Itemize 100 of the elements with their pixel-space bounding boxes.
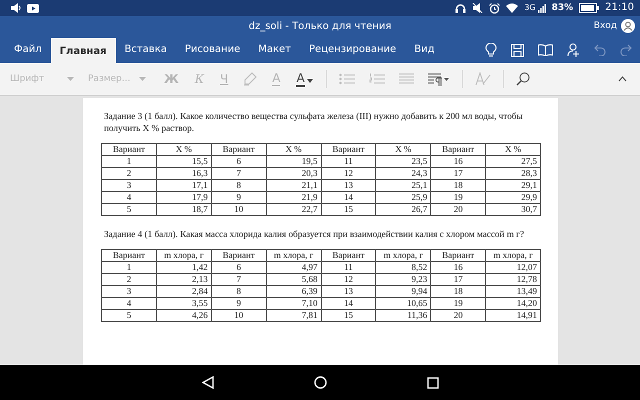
table-cell: 9,23 (376, 274, 431, 286)
add-person-icon[interactable] (567, 43, 580, 57)
table-cell: 21,9 (266, 192, 321, 204)
column-header: m хлора, г (486, 250, 540, 262)
table-cell: 2,13 (156, 274, 212, 286)
table-cell: 3 (102, 180, 156, 192)
paragraph-icon[interactable] (428, 72, 450, 86)
home-icon[interactable] (314, 376, 326, 389)
table-cell: 7,81 (266, 310, 321, 322)
column-header: X % (156, 144, 212, 156)
battery-percent: 83% (552, 2, 574, 14)
table-cell: 10 (211, 204, 266, 216)
table-cell: 6 (211, 156, 266, 168)
table-cell: 18,7 (156, 204, 212, 216)
caret-icon (306, 79, 313, 83)
table-cell: 4 (102, 192, 156, 204)
table-cell: 12,07 (486, 262, 540, 274)
table-cell: 8 (211, 286, 266, 298)
table-cell: 2,84 (156, 286, 212, 298)
table-cell: 25,1 (376, 180, 431, 192)
video-play-icon (27, 4, 39, 12)
table-cell: 28,3 (486, 168, 540, 180)
table-cell: 6 (211, 262, 266, 274)
volume-icon (10, 3, 21, 13)
table-cell: 8 (211, 180, 266, 192)
table-cell: 29,9 (486, 192, 540, 204)
table-cell: 19 (430, 298, 486, 310)
column-header: X % (376, 144, 431, 156)
column-header: Вариант (430, 144, 486, 156)
table-cell: 17,1 (156, 180, 212, 192)
table-cell: 26,7 (376, 204, 431, 216)
back-icon[interactable] (202, 376, 214, 389)
column-header: Вариант (102, 144, 156, 156)
font-color-button[interactable]: А (288, 70, 321, 88)
table-cell: 1,42 (156, 262, 212, 274)
lightbulb-icon[interactable] (485, 43, 497, 57)
table-cell: 7 (211, 168, 266, 180)
column-header: Вариант (211, 250, 266, 262)
table-cell: 8,52 (376, 262, 431, 274)
table-cell: 16 (430, 262, 486, 274)
table-cell: 14 (321, 192, 376, 204)
column-header: Вариант (430, 250, 486, 262)
collapse-icon[interactable] (618, 76, 627, 82)
table-cell: 24,3 (376, 168, 431, 180)
table-cell: 27,5 (486, 156, 540, 168)
table-cell: 13,49 (486, 286, 540, 298)
table-cell: 13 (321, 180, 376, 192)
ribbon-tab[interactable]: Файл (5, 37, 51, 63)
clock-time: 21:10 (605, 2, 634, 14)
column-header: m хлора, г (376, 250, 431, 262)
table-cell: 25,9 (376, 192, 431, 204)
book-icon[interactable] (538, 44, 553, 56)
wifi-icon (506, 3, 518, 13)
table-cell: 5 (102, 204, 156, 216)
table-cell: 10,65 (376, 298, 431, 310)
table-cell: 23,5 (376, 156, 431, 168)
ribbon-tab[interactable]: Рисование (176, 37, 250, 63)
task-text: Задание 3 (1 балл). Какое количество вещества сульфата железа (III) нужно добавить к 200 мл воды, чтобы получить X % раствор. (104, 110, 524, 134)
task-text: Задание 4 (1 балл). Какая масса хлорида калия образуется при взаимодействии калия с хлором массой m г? (104, 228, 526, 240)
ribbon-tab[interactable]: Главная (50, 38, 116, 63)
window-title: dz_soli - Только для чтения (248, 21, 392, 32)
save-icon[interactable] (511, 44, 524, 56)
table-cell: 11 (321, 156, 376, 168)
table-cell: 7,10 (266, 298, 321, 310)
table-cell: 17 (430, 168, 486, 180)
table-cell: 1 (102, 262, 156, 274)
table-cell: 12,78 (486, 274, 540, 286)
table-cell: 15 (321, 310, 376, 322)
table-cell: 16,3 (156, 168, 212, 180)
table-cell: 17 (430, 274, 486, 286)
network-label: 3G (524, 2, 536, 14)
table-cell: 7 (211, 274, 266, 286)
signal-icon (538, 4, 546, 12)
table-cell: 14,20 (486, 298, 540, 310)
table-cell: 4,97 (266, 262, 321, 274)
ribbon-tab[interactable]: Макет (249, 37, 300, 63)
recent-apps-icon[interactable] (426, 376, 438, 388)
ribbon-tab[interactable]: Вставка (116, 37, 176, 63)
table-cell: 9 (211, 192, 266, 204)
table-cell: 15,5 (156, 156, 212, 168)
table-cell: 11,36 (376, 310, 431, 322)
table-cell: 4,26 (156, 310, 212, 322)
table-cell: 3 (102, 286, 156, 298)
column-header: Вариант (321, 144, 376, 156)
table-cell: 29,1 (486, 180, 540, 192)
column-header: m хлора, г (156, 250, 212, 262)
column-header: X % (486, 144, 540, 156)
ribbon-tab[interactable]: Рецензирование (300, 37, 406, 63)
table-cell: 20 (430, 310, 486, 322)
column-header: Вариант (211, 144, 266, 156)
headphones-icon (455, 3, 466, 13)
search-icon[interactable] (516, 72, 530, 86)
table-cell: 18 (430, 286, 486, 298)
sign-in-link[interactable]: Вход (594, 21, 617, 31)
avatar-icon[interactable] (621, 19, 635, 33)
ribbon-tab[interactable]: Вид (405, 37, 444, 63)
table-cell: 16 (430, 156, 486, 168)
table-cell: 18 (430, 180, 486, 192)
caret-icon (67, 77, 74, 81)
table-cell: 3,55 (156, 298, 212, 310)
